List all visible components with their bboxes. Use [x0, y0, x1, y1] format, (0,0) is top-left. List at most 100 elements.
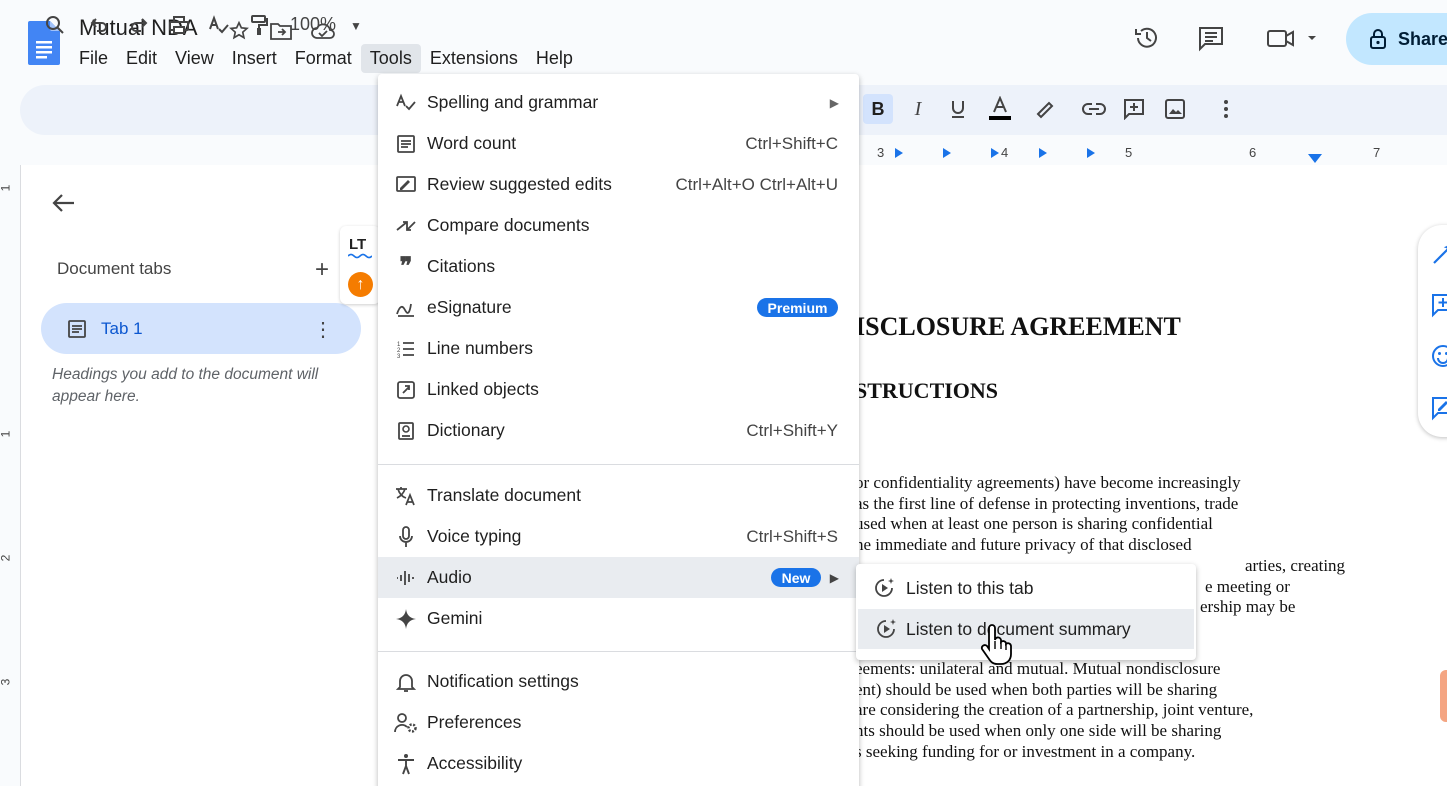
document-heading: ISCLOSURE AGREEMENT: [855, 312, 1181, 341]
mic-icon: [394, 525, 418, 549]
tab-stop-marker[interactable]: [991, 148, 999, 158]
add-comment-side-icon[interactable]: [1430, 292, 1447, 318]
menu-item-label: Voice typing: [427, 526, 522, 546]
menu-help[interactable]: Help: [527, 44, 582, 73]
underline-button[interactable]: [943, 94, 973, 124]
menu-item-notification-settings[interactable]: Notification settings: [378, 661, 859, 702]
menu-item-listen-summary[interactable]: Listen to document summary: [858, 609, 1194, 649]
menu-item-listen-tab[interactable]: Listen to this tab: [856, 568, 1196, 608]
gemini-edit-icon[interactable]: [1430, 241, 1447, 267]
menu-file[interactable]: File: [70, 44, 117, 73]
menu-item-preferences[interactable]: Preferences: [378, 702, 859, 743]
compare-icon: [394, 214, 418, 238]
menu-item-label: Gemini: [427, 608, 483, 628]
menu-shortcut: Ctrl+Shift+S: [746, 526, 838, 546]
italic-button[interactable]: I: [903, 94, 933, 124]
spellcheck-icon: [394, 91, 418, 115]
gemini-icon: [394, 607, 418, 631]
extension-side-tab[interactable]: [1440, 670, 1447, 722]
menu-item-dictionary[interactable]: Dictionary Ctrl+Shift+Y: [378, 410, 859, 451]
menu-item-label: eSignature: [427, 297, 512, 317]
search-menus-icon[interactable]: [40, 10, 70, 40]
menu-item-label: Notification settings: [427, 671, 579, 691]
print-icon[interactable]: [164, 10, 194, 40]
emoji-reaction-icon[interactable]: [1430, 343, 1447, 369]
submenu-arrow-icon: ▶: [829, 570, 839, 585]
menu-insert[interactable]: Insert: [223, 44, 286, 73]
ruler-number: 4: [1001, 145, 1009, 160]
menu-item-label: Word count: [427, 133, 517, 153]
arrow-up-icon[interactable]: ↑: [348, 272, 373, 297]
share-button[interactable]: Share: [1346, 13, 1447, 65]
accessibility-icon: [394, 752, 418, 776]
menu-item-label: Review suggested edits: [427, 174, 612, 194]
menu-item-accessibility[interactable]: Accessibility: [378, 743, 859, 784]
menu-view[interactable]: View: [166, 44, 223, 73]
menu-item-translate[interactable]: Translate document: [378, 475, 859, 516]
tab-more-icon[interactable]: ⋮: [313, 317, 333, 342]
paragraph-line: ent) should be used when both parties wi…: [855, 680, 1218, 699]
bold-button[interactable]: B: [863, 94, 893, 124]
menu-item-spelling-grammar[interactable]: Spelling and grammar ▶: [378, 82, 859, 123]
spellcheck-toolbar-icon[interactable]: [204, 10, 234, 40]
menu-shortcut: Ctrl+Alt+O Ctrl+Alt+U: [675, 174, 839, 194]
right-indent-marker[interactable]: [1308, 154, 1322, 163]
meet-icon[interactable]: [1262, 22, 1320, 54]
linked-objects-icon: [394, 378, 418, 402]
menu-item-label: Translate document: [427, 485, 582, 505]
menu-edit[interactable]: Edit: [117, 44, 166, 73]
tab-stop-marker[interactable]: [1039, 148, 1047, 158]
menu-item-gemini[interactable]: Gemini: [378, 598, 859, 639]
document-subheading: STRUCTIONS: [855, 378, 999, 403]
ruler-number: 5: [1125, 145, 1133, 160]
text-color-button[interactable]: [985, 94, 1015, 124]
version-history-icon[interactable]: [1131, 22, 1163, 54]
menu-item-esignature[interactable]: eSignature Premium: [378, 287, 859, 328]
languagetool-extension[interactable]: LT ↑: [340, 226, 380, 304]
menu-item-line-numbers[interactable]: 123 Line numbers: [378, 328, 859, 369]
vertical-ruler[interactable]: 1 1 2 3: [0, 165, 18, 786]
tab-stop-marker[interactable]: [1087, 148, 1095, 158]
menu-item-label: Preferences: [427, 712, 522, 732]
back-arrow-icon[interactable]: [50, 189, 78, 217]
ruler-number: 1: [0, 431, 12, 438]
link-icon[interactable]: [1079, 94, 1109, 124]
menu-bar: File Edit View Insert Format Tools Exten…: [70, 44, 582, 73]
paragraph-line: are considering the creation of a partne…: [855, 700, 1254, 719]
highlight-icon[interactable]: [1029, 94, 1059, 124]
menu-item-word-count[interactable]: Word count Ctrl+Shift+C: [378, 123, 859, 164]
undo-icon[interactable]: [84, 10, 114, 40]
new-badge: New: [771, 568, 821, 587]
menu-item-citations[interactable]: ❞ Citations: [378, 246, 859, 287]
add-comment-icon[interactable]: [1119, 94, 1149, 124]
menu-item-linked-objects[interactable]: Linked objects: [378, 369, 859, 410]
document-tabs-heading: Document tabs: [57, 259, 172, 278]
menu-format[interactable]: Format: [286, 44, 361, 73]
paint-format-icon[interactable]: [244, 10, 274, 40]
insert-image-icon[interactable]: [1160, 94, 1190, 124]
paragraph-line: s seeking funding for or investment in a…: [855, 742, 1196, 761]
suggest-edits-icon[interactable]: [1430, 395, 1447, 421]
tab-stop-marker[interactable]: [943, 148, 951, 158]
tab-stop-marker[interactable]: [895, 148, 903, 158]
comments-icon[interactable]: [1195, 22, 1227, 54]
menu-shortcut: Ctrl+Shift+C: [745, 133, 838, 153]
menu-extensions[interactable]: Extensions: [421, 44, 527, 73]
paragraph-line: as the first line of defense in protecti…: [855, 494, 1239, 513]
play-sparkle-icon: [872, 576, 896, 600]
horizontal-ruler[interactable]: 3 4 5 6 7: [858, 142, 1447, 164]
menu-tools[interactable]: Tools: [360, 44, 421, 73]
menu-item-review-edits[interactable]: Review suggested edits Ctrl+Alt+O Ctrl+A…: [378, 164, 859, 205]
more-options-icon[interactable]: [1211, 94, 1241, 124]
zoom-select[interactable]: 100% ▼: [290, 14, 362, 35]
menu-item-audio[interactable]: Audio New ▶: [378, 557, 859, 598]
menu-item-compare[interactable]: Compare documents: [378, 205, 859, 246]
redo-icon[interactable]: [124, 10, 154, 40]
audio-icon: [394, 566, 418, 590]
menu-item-voice-typing[interactable]: Voice typing Ctrl+Shift+S: [378, 516, 859, 557]
word-count-icon: [394, 132, 418, 156]
menu-item-label: Accessibility: [427, 753, 523, 773]
tab-item[interactable]: Tab 1 ⋮: [41, 303, 361, 354]
audio-submenu: Listen to this tab Listen to document su…: [856, 564, 1196, 660]
add-tab-button[interactable]: +: [315, 256, 329, 284]
